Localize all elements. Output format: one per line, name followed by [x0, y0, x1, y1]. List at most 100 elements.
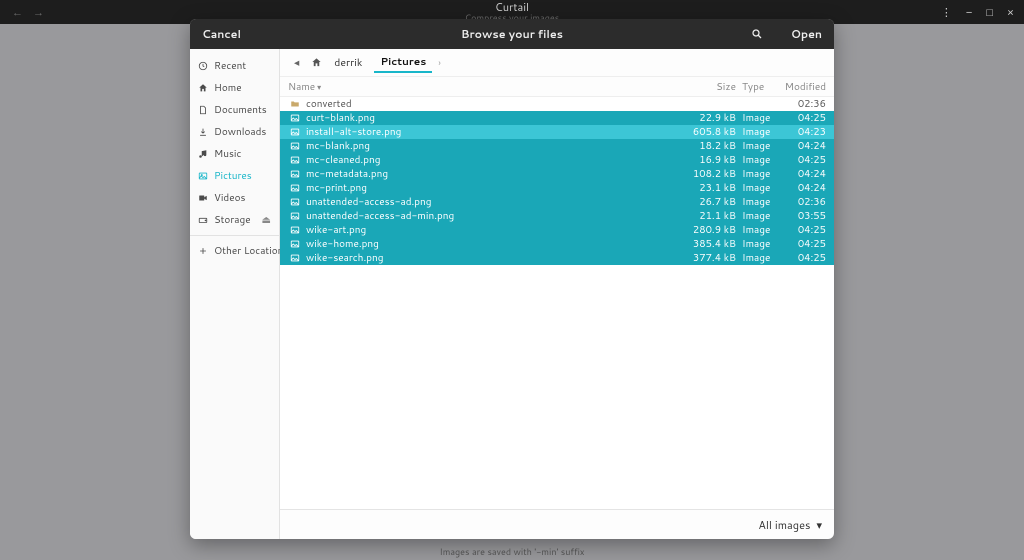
- home-icon[interactable]: [311, 57, 322, 68]
- sidebar-item-music[interactable]: Music: [190, 143, 279, 165]
- file-size: 280.9 kB: [684, 223, 742, 237]
- search-button[interactable]: [739, 19, 775, 49]
- nav-forward-icon[interactable]: →: [33, 4, 44, 20]
- sidebar-item-label: Videos: [214, 191, 245, 205]
- sidebar-item-label: Home: [214, 81, 242, 95]
- image-file-icon: [288, 113, 302, 123]
- file-modified: 04:24: [782, 167, 826, 181]
- cancel-button[interactable]: Cancel: [190, 19, 253, 49]
- sidebar-item-videos[interactable]: Videos: [190, 187, 279, 209]
- sidebar-item-documents[interactable]: Documents: [190, 99, 279, 121]
- file-name: unattended-access-ad-min.png: [302, 209, 684, 223]
- file-row[interactable]: mc-cleaned.png16.9 kBImage04:25: [280, 153, 834, 167]
- file-modified: 02:36: [782, 195, 826, 209]
- file-row[interactable]: install-alt-store.png605.8 kBImage04:23: [280, 125, 834, 139]
- image-file-icon: [288, 169, 302, 179]
- breadcrumb-home[interactable]: derrik: [328, 54, 368, 72]
- file-type: Image: [742, 223, 782, 237]
- file-type: Image: [742, 237, 782, 251]
- plus-icon: [198, 246, 208, 256]
- sidebar-item-recent[interactable]: Recent: [190, 55, 279, 77]
- image-file-icon: [288, 239, 302, 249]
- nav-back-icon[interactable]: ←: [12, 4, 23, 20]
- open-button[interactable]: Open: [779, 19, 834, 49]
- window-minimize-icon[interactable]: −: [966, 4, 972, 20]
- window-close-icon[interactable]: ×: [1007, 4, 1014, 20]
- file-name: wike-home.png: [302, 237, 684, 251]
- file-list[interactable]: converted02:36curt-blank.png22.9 kBImage…: [280, 97, 834, 509]
- column-modified: Modified: [782, 80, 826, 94]
- sidebar-item-home[interactable]: Home: [190, 77, 279, 99]
- file-size: 108.2 kB: [684, 167, 742, 181]
- file-size: 16.9 kB: [684, 153, 742, 167]
- file-modified: 04:24: [782, 139, 826, 153]
- file-type: Image: [742, 111, 782, 125]
- sidebar-item-storage[interactable]: Storage ⏏: [190, 209, 279, 231]
- music-icon: [198, 149, 208, 159]
- path-back-icon[interactable]: ◂: [288, 54, 305, 72]
- image-file-icon: [288, 127, 302, 137]
- file-row[interactable]: mc-metadata.png108.2 kBImage04:24: [280, 167, 834, 181]
- file-modified: 04:25: [782, 237, 826, 251]
- file-row[interactable]: unattended-access-ad.png26.7 kBImage02:3…: [280, 195, 834, 209]
- home-icon: [198, 83, 208, 93]
- eject-icon[interactable]: ⏏: [262, 213, 271, 227]
- file-row[interactable]: mc-print.png23.1 kBImage04:24: [280, 181, 834, 195]
- dialog-header: Cancel Browse your files Open: [190, 19, 834, 49]
- search-icon: [751, 28, 763, 40]
- sidebar-item-label: Other Locations: [214, 244, 288, 258]
- file-type: Image: [742, 139, 782, 153]
- file-size: 385.4 kB: [684, 237, 742, 251]
- file-name: mc-blank.png: [302, 139, 684, 153]
- image-file-icon: [288, 183, 302, 193]
- chevron-down-icon: ▾: [816, 517, 822, 533]
- sidebar-item-label: Pictures: [214, 169, 252, 183]
- file-modified: 02:36: [782, 97, 826, 111]
- file-modified: 04:23: [782, 125, 826, 139]
- image-file-icon: [288, 211, 302, 221]
- image-file-icon: [288, 155, 302, 165]
- path-bar: ◂ derrik Pictures ›: [280, 49, 834, 77]
- picture-icon: [198, 171, 208, 181]
- file-modified: 04:24: [782, 181, 826, 195]
- column-headers[interactable]: Name▾ Size Type Modified: [280, 77, 834, 97]
- file-row[interactable]: unattended-access-ad-min.png21.1 kBImage…: [280, 209, 834, 223]
- doc-icon: [198, 105, 208, 115]
- file-name: wike-art.png: [302, 223, 684, 237]
- file-row[interactable]: curt-blank.png22.9 kBImage04:25: [280, 111, 834, 125]
- filter-dropdown[interactable]: All images ▾: [758, 517, 822, 533]
- sidebar-item-label: Storage: [214, 213, 251, 227]
- file-modified: 04:25: [782, 111, 826, 125]
- image-file-icon: [288, 197, 302, 207]
- file-type: Image: [742, 125, 782, 139]
- dialog-footer: All images ▾: [280, 509, 834, 539]
- file-size: 605.8 kB: [684, 125, 742, 139]
- breadcrumb-current[interactable]: Pictures: [374, 53, 432, 73]
- file-row[interactable]: wike-home.png385.4 kBImage04:25: [280, 237, 834, 251]
- file-name: mc-metadata.png: [302, 167, 684, 181]
- file-row[interactable]: wike-search.png377.4 kBImage04:25: [280, 251, 834, 265]
- file-row[interactable]: wike-art.png280.9 kBImage04:25: [280, 223, 834, 237]
- menu-icon[interactable]: ⋮: [941, 4, 952, 20]
- folder-row[interactable]: converted 02:36: [280, 97, 834, 111]
- file-name: mc-print.png: [302, 181, 684, 195]
- file-name: converted: [302, 97, 684, 111]
- places-sidebar: Recent Home DocumentsDownloadsMusic Picture…: [190, 49, 280, 539]
- clock-icon: [198, 61, 208, 71]
- sidebar-item-downloads[interactable]: Downloads: [190, 121, 279, 143]
- file-name: mc-cleaned.png: [302, 153, 684, 167]
- file-size: 23.1 kB: [684, 181, 742, 195]
- file-size: 377.4 kB: [684, 251, 742, 265]
- sidebar-item-pictures[interactable]: Pictures: [190, 165, 279, 187]
- file-type: Image: [742, 195, 782, 209]
- file-type: Image: [742, 209, 782, 223]
- file-row[interactable]: mc-blank.png18.2 kBImage04:24: [280, 139, 834, 153]
- sidebar-other-locations[interactable]: Other Locations: [190, 240, 279, 262]
- file-type: Image: [742, 153, 782, 167]
- column-size: Size: [684, 80, 742, 94]
- window-maximize-icon[interactable]: □: [986, 4, 993, 20]
- file-name: wike-search.png: [302, 251, 684, 265]
- file-modified: 04:25: [782, 153, 826, 167]
- sidebar-item-label: Recent: [214, 59, 246, 73]
- file-size: 26.7 kB: [684, 195, 742, 209]
